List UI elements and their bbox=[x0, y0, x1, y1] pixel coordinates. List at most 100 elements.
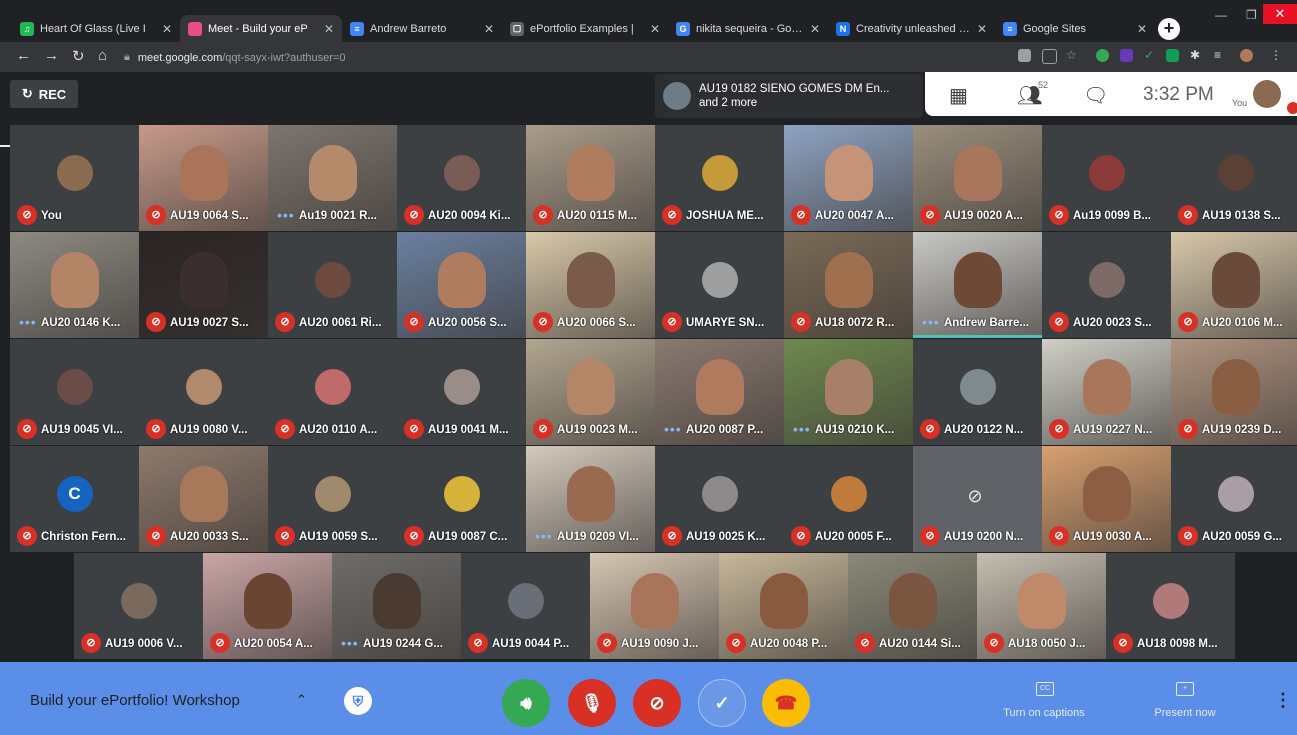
participant-tile[interactable]: ⊘ AU18 0098 M... bbox=[1106, 553, 1235, 659]
presenter-chip[interactable]: AU19 0182 SIENO GOMES DM En... and 2 mor… bbox=[655, 74, 923, 118]
participant-tile[interactable]: ⊘ You bbox=[10, 125, 139, 231]
participant-tile[interactable]: ⊘ AU19 0239 D... bbox=[1171, 339, 1297, 445]
participant-tile[interactable]: ⊘ ⊘ AU19 0200 N... bbox=[913, 446, 1042, 552]
extensions-puzzle-icon[interactable]: ✱ bbox=[1190, 49, 1203, 62]
participant-tile[interactable]: ⊘ AU19 0027 S... bbox=[139, 232, 268, 338]
tab-close-icon[interactable]: ✕ bbox=[650, 22, 660, 36]
participant-tile[interactable]: ••• AU19 0210 K... bbox=[784, 339, 913, 445]
extension-icon[interactable] bbox=[1166, 49, 1179, 62]
extension-check-icon[interactable]: ✓ bbox=[1144, 49, 1157, 62]
participant-tile[interactable]: ⊘ UMARYE SN... bbox=[655, 232, 784, 338]
participant-tile[interactable]: ⊘ AU20 0056 S... bbox=[397, 232, 526, 338]
participant-tile[interactable]: ⊘ AU19 0064 S... bbox=[139, 125, 268, 231]
mic-off-button[interactable]: 🎙︎ bbox=[568, 679, 616, 727]
tab-close-icon[interactable]: ✕ bbox=[162, 22, 172, 36]
participant-tile[interactable]: ⊘ AU20 0054 A... bbox=[203, 553, 332, 659]
restore-icon[interactable]: ❐ bbox=[1246, 8, 1257, 22]
participant-tile[interactable]: ⊘ AU20 0023 S... bbox=[1042, 232, 1171, 338]
participant-tile[interactable]: ••• AU20 0146 K... bbox=[10, 232, 139, 338]
participant-tile[interactable]: ⊘ AU19 0090 J... bbox=[590, 553, 719, 659]
extension-icon[interactable] bbox=[1096, 49, 1109, 62]
profile-avatar[interactable] bbox=[1240, 49, 1253, 62]
browser-tab[interactable]: Meet - Build your eP ✕ bbox=[180, 15, 342, 42]
participant-tile[interactable]: ⊘ AU19 0006 V... bbox=[74, 553, 203, 659]
participant-tile[interactable]: ••• AU20 0087 P... bbox=[655, 339, 784, 445]
participant-tile[interactable]: ⊘ AU19 0059 S... bbox=[268, 446, 397, 552]
browser-tab[interactable]: ▢ ePortfolio Examples | ✕ bbox=[502, 15, 668, 42]
participant-tile[interactable]: ⊘ AU20 0061 Ri... bbox=[268, 232, 397, 338]
participant-tile[interactable]: ⊘ AU20 0115 M... bbox=[526, 125, 655, 231]
participant-tile[interactable]: ⊘ AU19 0020 A... bbox=[913, 125, 1042, 231]
self-avatar[interactable] bbox=[1253, 80, 1281, 108]
meeting-title[interactable]: Build your ePortfolio! Workshop bbox=[30, 692, 240, 709]
participant-tile[interactable]: ⊘ AU20 0059 G... bbox=[1171, 446, 1297, 552]
participant-tile[interactable]: ⊘ AU18 0050 J... bbox=[977, 553, 1106, 659]
participant-tile[interactable]: ⊘ AU19 0044 P... bbox=[461, 553, 590, 659]
bookmark-star-icon[interactable]: ☆ bbox=[1066, 49, 1079, 62]
end-call-button[interactable]: ☎︎ bbox=[762, 679, 810, 727]
participant-tile[interactable]: ⊘ AU20 0066 S... bbox=[526, 232, 655, 338]
tab-close-icon[interactable]: ✕ bbox=[977, 22, 987, 36]
captions-button-label[interactable]: Turn on captions bbox=[989, 707, 1099, 719]
participant-tile[interactable]: ⊘ AU20 0144 Si... bbox=[848, 553, 977, 659]
back-icon[interactable]: ← bbox=[16, 47, 31, 64]
recording-indicator[interactable]: ↻ REC bbox=[10, 80, 78, 108]
host-controls-shield-icon[interactable]: ⛨ bbox=[344, 687, 372, 715]
participant-tile[interactable]: ⊘ AU20 0033 S... bbox=[139, 446, 268, 552]
present-button-label[interactable]: Present now bbox=[1130, 707, 1240, 719]
participant-tile[interactable]: ••• Au19 0021 R... bbox=[268, 125, 397, 231]
participant-tile[interactable]: C ⊘ Christon Fern... bbox=[10, 446, 139, 552]
zoom-icon[interactable] bbox=[1042, 49, 1057, 64]
participant-tile[interactable]: ⊘ AU19 0080 V... bbox=[139, 339, 268, 445]
url-bar[interactable]: 🔒︎ meet.google.com/qqt-sayx-iwt?authuser… bbox=[124, 47, 1004, 68]
browser-tab[interactable]: Gnikita sequeira - Google ✕ bbox=[668, 15, 828, 42]
participant-tile[interactable]: ⊘ AU19 0041 M... bbox=[397, 339, 526, 445]
participant-tile[interactable]: ⊘ AU19 0138 S... bbox=[1171, 125, 1297, 231]
participant-tile[interactable]: ⊘ AU19 0087 C... bbox=[397, 446, 526, 552]
participant-tile[interactable]: ••• Andrew Barre... bbox=[913, 232, 1042, 338]
participant-tile[interactable]: ⊘ AU20 0122 N... bbox=[913, 339, 1042, 445]
more-options-icon[interactable]: ⋮ bbox=[1274, 690, 1292, 711]
tab-close-icon[interactable]: ✕ bbox=[1137, 22, 1147, 36]
participant-tile[interactable]: ••• AU19 0209 VI... bbox=[526, 446, 655, 552]
reading-list-icon[interactable]: ≡ bbox=[1214, 49, 1227, 62]
participant-tile[interactable]: ⊘ AU19 0227 N... bbox=[1042, 339, 1171, 445]
participant-tile[interactable]: ⊘ Au19 0099 B... bbox=[1042, 125, 1171, 231]
home-icon[interactable]: ⌂ bbox=[98, 47, 107, 64]
participant-tile[interactable]: ⊘ AU19 0025 K... bbox=[655, 446, 784, 552]
tab-close-icon[interactable]: ✕ bbox=[810, 22, 820, 36]
close-window-button[interactable]: ✕ bbox=[1263, 4, 1297, 24]
browser-tab[interactable]: ≡ Andrew Barreto ✕ bbox=[342, 15, 502, 42]
participant-tile[interactable]: ••• AU19 0244 G... bbox=[332, 553, 461, 659]
participant-tile[interactable]: ⊘ JOSHUA ME... bbox=[655, 125, 784, 231]
camera-off-button[interactable]: ⊘ bbox=[633, 679, 681, 727]
participant-tile[interactable]: ⊘ AU19 0030 A... bbox=[1042, 446, 1171, 552]
participant-tile[interactable]: ⊘ AU20 0106 M... bbox=[1171, 232, 1297, 338]
tab-close-icon[interactable]: ✕ bbox=[324, 22, 334, 36]
participant-tile[interactable]: ⊘ AU19 0023 M... bbox=[526, 339, 655, 445]
chevron-up-icon[interactable]: ⌃ bbox=[296, 692, 307, 708]
participant-tile[interactable]: ⊘ AU20 0110 A... bbox=[268, 339, 397, 445]
browser-tab[interactable]: ♫ Heart Of Glass (Live I ✕ bbox=[12, 15, 180, 42]
participant-tile[interactable]: ⊘ AU19 0045 VI... bbox=[10, 339, 139, 445]
participant-tile[interactable]: ⊘ AU20 0047 A... bbox=[784, 125, 913, 231]
layout-icon[interactable]: ▦ bbox=[949, 83, 968, 108]
forward-icon[interactable]: → bbox=[44, 47, 59, 64]
captions-icon[interactable]: CC bbox=[1036, 682, 1054, 696]
participant-tile[interactable]: ⊘ AU20 0094 Ki... bbox=[397, 125, 526, 231]
extension-icon[interactable] bbox=[1120, 49, 1133, 62]
chat-icon[interactable]: 🗨︎ bbox=[1083, 83, 1108, 108]
camera-indicator-icon[interactable] bbox=[1018, 49, 1031, 62]
participant-tile[interactable]: ⊘ AU20 0048 P... bbox=[719, 553, 848, 659]
minimize-icon[interactable]: — bbox=[1215, 8, 1227, 22]
browser-menu-icon[interactable]: ⋮ bbox=[1270, 49, 1283, 62]
participant-tile[interactable]: ⊘ AU18 0072 R... bbox=[784, 232, 913, 338]
speaker-button[interactable]: 🔊︎ bbox=[502, 679, 550, 727]
new-tab-button[interactable]: + bbox=[1158, 18, 1180, 40]
check-button[interactable]: ✓ bbox=[698, 679, 746, 727]
present-icon[interactable]: + bbox=[1176, 682, 1194, 696]
browser-tab[interactable]: N Creativity unleashed - Th ✕ bbox=[828, 15, 995, 42]
browser-tab[interactable]: ≡ Google Sites ✕ bbox=[995, 15, 1155, 42]
tab-close-icon[interactable]: ✕ bbox=[484, 22, 494, 36]
participant-tile[interactable]: ⊘ AU20 0005 F... bbox=[784, 446, 913, 552]
